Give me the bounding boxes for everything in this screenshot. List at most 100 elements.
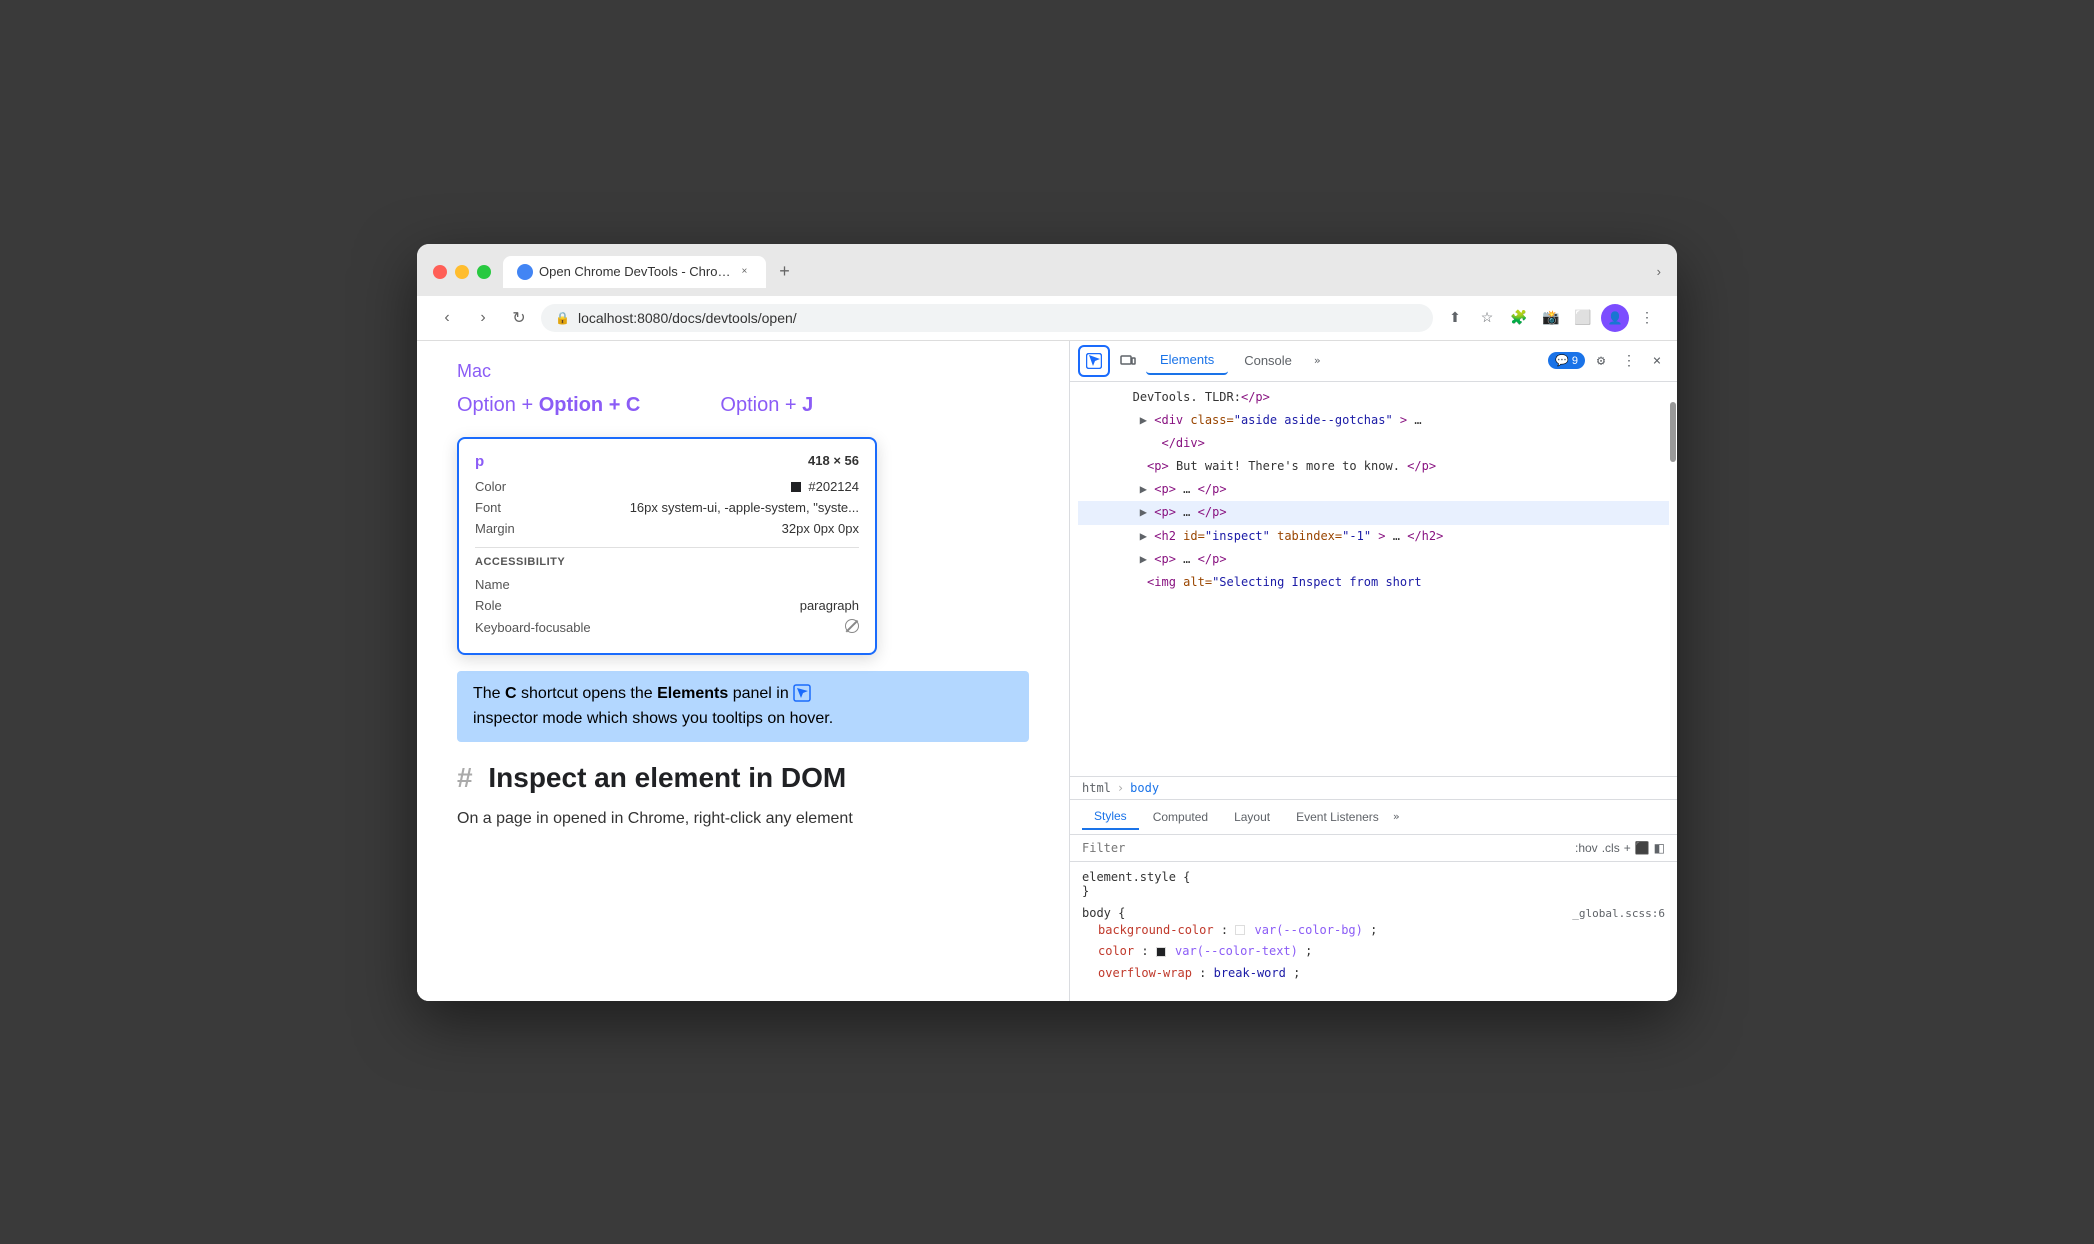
dom-line: ▶ <p> … </p> [1078, 548, 1669, 571]
styles-filter-bar: :hov .cls + ⬛ ◧ [1070, 835, 1677, 862]
keyboard-label: Keyboard-focusable [475, 620, 591, 635]
browser-window: Open Chrome DevTools - Chro… × + › ‹ › ↻… [417, 244, 1677, 1001]
css-source: _global.scss:6 [1572, 907, 1665, 920]
tooltip-tag: p 418 × 56 [475, 453, 859, 470]
tooltip-name-row: Name [475, 574, 859, 595]
bookmark-button[interactable]: ☆ [1473, 304, 1501, 332]
styles-filter-actions: :hov .cls + ⬛ ◧ [1575, 841, 1665, 855]
profile-button[interactable]: 👤 [1601, 304, 1629, 332]
devtools-close-button[interactable]: × [1645, 349, 1669, 373]
close-window-button[interactable] [433, 265, 447, 279]
refresh-button[interactable]: ↻ [505, 304, 533, 332]
devtools-toggle-nav-button[interactable]: ⬜ [1569, 304, 1597, 332]
dom-line: <p> But wait! There's more to know. </p> [1078, 455, 1669, 478]
shortcut-c: Option + Option + C [457, 394, 640, 417]
capture-button[interactable]: 📸 [1537, 304, 1565, 332]
chrome-menu-button[interactable]: ⋮ [1633, 304, 1661, 332]
dom-line-selected[interactable]: ▶ <p> … </p> [1078, 501, 1669, 524]
breadcrumb-bar: html › body [1070, 776, 1677, 800]
device-toggle-button[interactable] [1114, 347, 1142, 375]
bg-color-swatch[interactable] [1235, 925, 1245, 935]
css-property-bg: background-color : var(--color-bg) ; [1082, 920, 1665, 942]
styles-tab-event-listeners[interactable]: Event Listeners [1284, 805, 1391, 829]
devtools-action-buttons: ⚙ ⋮ × [1589, 349, 1669, 373]
dom-tree[interactable]: DevTools. TLDR:</p> ▶ <div class="aside … [1070, 382, 1677, 776]
body-text: On a page in opened in Chrome, right-cli… [457, 806, 1029, 832]
shortcut-j: Option + J [720, 394, 813, 417]
tooltip-color-row: Color #202124 [475, 476, 859, 497]
breadcrumb-separator: › [1117, 781, 1124, 795]
back-button[interactable]: ‹ [433, 304, 461, 332]
cls-filter-button[interactable]: .cls [1602, 841, 1620, 855]
styles-tab-styles[interactable]: Styles [1082, 804, 1139, 830]
minimize-window-button[interactable] [455, 265, 469, 279]
address-bar[interactable]: 🔒 localhost:8080/docs/devtools/open/ [541, 304, 1433, 332]
tooltip-font-row: Font 16px system-ui, -apple-system, "sys… [475, 497, 859, 518]
style-icon-2[interactable]: ◧ [1654, 841, 1665, 855]
body-selector: body { [1082, 906, 1125, 920]
page-content: Mac Option + Option + C Option + J p 418… [417, 341, 1069, 1001]
dom-line: <img alt="Selecting Inspect from short [1078, 571, 1669, 594]
styles-more-tabs-button[interactable]: » [1393, 810, 1400, 823]
inspector-mode-button[interactable] [1078, 345, 1110, 377]
devtools-more-button[interactable]: ⋮ [1617, 349, 1641, 373]
window-menu-button[interactable]: › [1657, 264, 1661, 279]
tooltip-keyboard-row: Keyboard-focusable [475, 616, 859, 639]
dom-line: ▶ <div class="aside aside--gotchas" > … [1078, 409, 1669, 432]
url-text: localhost:8080/docs/devtools/open/ [578, 310, 797, 326]
tab-bar: Open Chrome DevTools - Chro… × + › [503, 256, 1661, 288]
devtools-tab-elements[interactable]: Elements [1146, 346, 1228, 375]
inspector-icon-inline [793, 684, 811, 702]
main-content: Mac Option + Option + C Option + J p 418… [417, 341, 1677, 1001]
active-tab[interactable]: Open Chrome DevTools - Chro… × [503, 256, 766, 288]
style-icon-1[interactable]: ⬛ [1635, 841, 1650, 855]
styles-tab-computed[interactable]: Computed [1141, 805, 1220, 829]
mac-label: Mac [457, 361, 1029, 382]
devtools-toolbar: Elements Console » 💬 9 ⚙ ⋮ × [1070, 341, 1677, 382]
role-label: Role [475, 598, 502, 613]
highlighted-text-block: The C shortcut opens the Elements panel … [457, 671, 1029, 742]
devtools-more-tabs-button[interactable]: » [1308, 350, 1327, 371]
hov-filter-button[interactable]: :hov [1575, 841, 1598, 855]
breadcrumb-html[interactable]: html [1082, 781, 1111, 795]
devtools-tab-console[interactable]: Console [1230, 347, 1306, 374]
font-value: 16px system-ui, -apple-system, "syste... [630, 500, 859, 515]
css-rule-header: body { _global.scss:6 [1082, 906, 1665, 920]
nav-bar: ‹ › ↻ 🔒 localhost:8080/docs/devtools/ope… [417, 296, 1677, 341]
elements-bold: Elements [657, 685, 728, 702]
breadcrumb-body[interactable]: body [1130, 781, 1159, 795]
tooltip-divider [475, 547, 859, 548]
styles-content: element.style { } body { _global.scss:6 … [1070, 862, 1677, 1001]
tooltip-margin-row: Margin 32px 0px 0px [475, 518, 859, 539]
share-button[interactable]: ⬆ [1441, 304, 1469, 332]
tab-close-button[interactable]: × [736, 264, 752, 280]
dom-line: ▶ <h2 id="inspect" tabindex="-1" > … </h… [1078, 525, 1669, 548]
section-heading: # Inspect an element in DOM [457, 762, 1029, 794]
role-value: paragraph [800, 598, 859, 613]
traffic-lights [433, 265, 491, 279]
styles-tabs: Styles Computed Layout Event Listeners » [1070, 800, 1677, 835]
styles-tab-layout[interactable]: Layout [1222, 805, 1282, 829]
fullscreen-window-button[interactable] [477, 265, 491, 279]
tab-favicon [517, 264, 533, 280]
keyboard-value [845, 619, 859, 636]
new-tab-button[interactable]: + [770, 258, 798, 286]
name-label: Name [475, 577, 510, 592]
extensions-button[interactable]: 🧩 [1505, 304, 1533, 332]
element-tooltip: p 418 × 56 Color #202124 Font 16px syste… [457, 437, 877, 655]
dom-line: ▶ <p> … </p> [1078, 478, 1669, 501]
css-property-overflow-wrap: overflow-wrap : break-word ; [1082, 963, 1665, 985]
forward-button[interactable]: › [469, 304, 497, 332]
css-property-color: color : var(--color-text) ; [1082, 941, 1665, 963]
text-color-swatch[interactable] [1156, 947, 1166, 957]
dom-scroll-indicator [1670, 402, 1676, 462]
styles-filter-input[interactable] [1082, 841, 1567, 855]
font-label: Font [475, 500, 501, 515]
devtools-tabs: Elements Console » [1146, 346, 1544, 375]
color-value: #202124 [791, 479, 859, 494]
nav-actions: ⬆ ☆ 🧩 📸 ⬜ 👤 ⋮ [1441, 304, 1661, 332]
add-style-button[interactable]: + [1624, 841, 1631, 855]
devtools-settings-button[interactable]: ⚙ [1589, 349, 1613, 373]
devtools-chat-badge[interactable]: 💬 9 [1548, 352, 1585, 369]
inspector-cursor-icon [1086, 353, 1102, 369]
